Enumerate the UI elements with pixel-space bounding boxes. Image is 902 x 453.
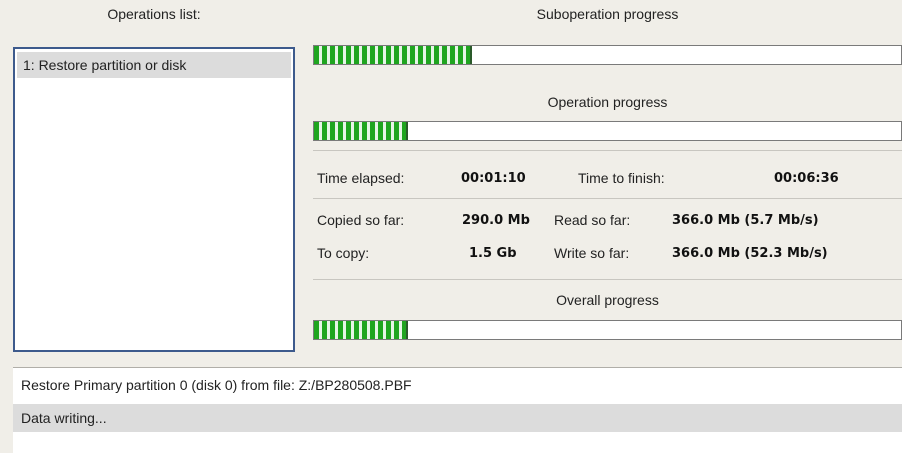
suboperation-progress-fill xyxy=(314,46,473,64)
copied-so-far-value: 290.0 Mb xyxy=(462,213,530,228)
divider xyxy=(313,150,902,151)
time-elapsed-label: Time elapsed: xyxy=(317,170,405,186)
operations-list[interactable]: 1: Restore partition or disk xyxy=(13,47,295,352)
suboperation-progress-bar xyxy=(313,45,902,65)
time-to-finish-label: Time to finish: xyxy=(578,170,665,186)
read-so-far-value: 366.0 Mb (5.7 Mb/s) xyxy=(672,213,819,228)
write-so-far-value: 366.0 Mb (52.3 Mb/s) xyxy=(672,246,828,261)
time-to-finish-value: 00:06:36 xyxy=(774,171,839,186)
divider xyxy=(313,279,902,280)
overall-progress-label: Overall progress xyxy=(556,292,659,308)
read-so-far-label: Read so far: xyxy=(554,212,631,228)
to-copy-value: 1.5 Gb xyxy=(469,246,517,261)
operation-progress-bar xyxy=(313,121,902,141)
time-elapsed-value: 00:01:10 xyxy=(461,171,526,186)
overall-progress-fill xyxy=(314,321,408,339)
log-status-row: Data writing... xyxy=(13,404,902,432)
divider xyxy=(313,198,902,199)
copied-so-far-label: Copied so far: xyxy=(317,212,405,228)
log-line: Restore Primary partition 0 (disk 0) fro… xyxy=(21,377,412,393)
suboperation-progress-label: Suboperation progress xyxy=(536,6,679,22)
operation-progress-fill xyxy=(314,122,408,140)
write-so-far-label: Write so far: xyxy=(554,245,630,261)
operation-list-item[interactable]: 1: Restore partition or disk xyxy=(17,52,291,78)
operation-progress-label: Operation progress xyxy=(547,94,668,110)
log-status-text: Data writing... xyxy=(21,410,107,426)
overall-progress-bar xyxy=(313,320,902,340)
operations-list-header: Operations list: xyxy=(107,6,201,22)
to-copy-label: To copy: xyxy=(317,245,370,261)
operation-log-panel: Restore Primary partition 0 (disk 0) fro… xyxy=(13,367,902,453)
